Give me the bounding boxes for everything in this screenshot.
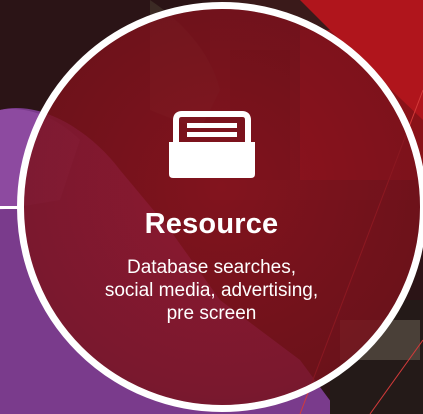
description-line: social media, advertising, [104, 280, 319, 301]
description-line: pre screen [166, 303, 257, 324]
description-line: Database searches, [127, 257, 296, 278]
card-description: Database searches, social media, adverti… [0, 256, 423, 325]
card-title: Resource [144, 208, 279, 240]
inbox-tray-icon [163, 108, 261, 180]
